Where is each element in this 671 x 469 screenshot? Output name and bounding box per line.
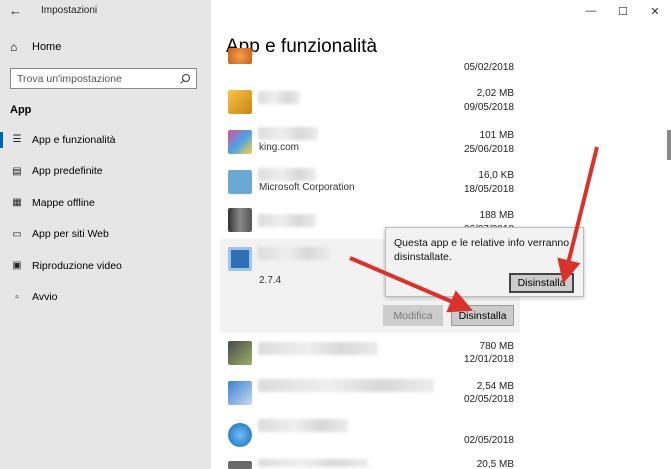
app-version: 2.7.4 [259, 275, 282, 286]
app-name-blurred [258, 419, 348, 432]
app-date: 02/05/2018 [463, 394, 514, 405]
app-icon-display [228, 247, 252, 271]
app-icon-device [228, 461, 252, 469]
title-bar: ← Impostazioni — ☐ ✕ [0, 0, 671, 22]
app-icon-orange [228, 48, 252, 64]
list-item[interactable]: 05/02/2018 [220, 48, 520, 80]
minimize-icon[interactable]: — [575, 0, 607, 22]
list-item[interactable]: 02/05/2018 [220, 415, 520, 455]
sidebar-nav: ☰ App e funzionalità ▤ App predefinite ▦… [0, 124, 211, 313]
app-name-blurred [258, 379, 434, 392]
search-icon[interactable] [180, 73, 190, 84]
home-label: Home [32, 41, 62, 53]
sidebar-item-label: Avvio [32, 291, 58, 304]
confirm-uninstall-button[interactable]: Disinstalla [509, 273, 574, 293]
popup-message: Questa app e le relative info verranno d… [394, 237, 570, 263]
app-icon-candy [228, 130, 252, 154]
home-icon: ⌂ [10, 40, 18, 54]
app-icon-drive [228, 381, 252, 405]
sidebar-item-label: App e funzionalità [32, 133, 116, 146]
maximize-icon[interactable]: ☐ [607, 0, 639, 22]
app-date: 18/05/2018 [463, 184, 514, 195]
startup-icon: ▫ [15, 291, 19, 303]
sidebar-item-label: App predefinite [32, 165, 103, 178]
sidebar-item-avvio[interactable]: ▫ Avvio [0, 282, 211, 314]
app-name-blurred [258, 91, 300, 104]
search-placeholder: Trova un'impostazione [17, 72, 122, 85]
app-publisher: Microsoft Corporation [259, 182, 355, 193]
website-icon: ▭ [12, 228, 22, 240]
app-size: 2,54 MB [476, 381, 514, 392]
app-name-blurred [258, 459, 368, 467]
section-title: App [10, 104, 32, 116]
app-date: 09/05/2018 [463, 102, 514, 113]
app-name-blurred [258, 247, 330, 260]
app-icon-phone [228, 208, 252, 232]
app-size: 20,5 MB [476, 459, 514, 469]
modify-button[interactable]: Modifica [383, 305, 443, 326]
window-title: Impostazioni [41, 5, 98, 16]
sidebar-item-app-e-funzionalita[interactable]: ☰ App e funzionalità [0, 124, 211, 156]
home-link[interactable]: ⌂ Home [10, 40, 61, 54]
uninstall-button[interactable]: Disinstalla [451, 305, 514, 326]
uninstall-confirm-popup: Questa app e le relative info verranno d… [385, 227, 584, 297]
app-icon-chip [228, 341, 252, 365]
sidebar-item-riproduzione-video[interactable]: ▣ Riproduzione video [0, 250, 211, 282]
sidebar-item-label: App per siti Web [32, 228, 109, 241]
app-size: 101 MB [479, 130, 514, 141]
sidebar-item-label: Mappe offline [32, 196, 95, 209]
app-date: 05/02/2018 [463, 62, 514, 73]
map-icon: ▦ [12, 197, 22, 209]
list-item[interactable]: 2,02 MB 09/05/2018 [220, 84, 520, 124]
app-name-blurred [258, 342, 378, 355]
back-arrow-icon[interactable]: ← [9, 3, 22, 18]
app-size: 16,0 KB [478, 170, 514, 181]
app-icon-calculator [228, 170, 252, 194]
sidebar-item-mappe-offline[interactable]: ▦ Mappe offline [0, 187, 211, 219]
app-publisher: king.com [259, 142, 300, 153]
default-apps-icon: ▤ [12, 165, 22, 177]
search-input[interactable]: Trova un'impostazione [10, 68, 197, 89]
app-name-blurred [258, 214, 316, 227]
list-item[interactable]: 780 MB 12/01/2018 [220, 335, 520, 375]
app-name-blurred [258, 127, 318, 140]
scrollbar-thumb[interactable] [667, 130, 671, 160]
app-size: 780 MB [479, 341, 514, 352]
list-item[interactable]: 2,54 MB 02/05/2018 [220, 375, 520, 415]
app-date: 25/06/2018 [463, 144, 514, 155]
list-item[interactable]: Microsoft Corporation 16,0 KB 18/05/2018 [220, 166, 520, 206]
close-icon[interactable]: ✕ [639, 0, 671, 22]
sidebar-item-app-per-siti-web[interactable]: ▭ App per siti Web [0, 219, 211, 251]
app-size: 188 MB [479, 210, 514, 221]
video-icon: ▣ [12, 260, 22, 272]
sidebar-item-app-predefinite[interactable]: ▤ App predefinite [0, 156, 211, 188]
app-size: 2,02 MB [476, 88, 514, 99]
app-name-blurred [258, 168, 316, 181]
list-icon: ☰ [12, 134, 22, 146]
app-date: 12/01/2018 [463, 354, 514, 365]
list-item[interactable]: 20,5 MB [220, 455, 520, 469]
app-icon-box [228, 90, 252, 114]
sidebar-item-label: Riproduzione video [32, 259, 122, 272]
list-item[interactable]: king.com 101 MB 25/06/2018 [220, 126, 520, 166]
app-icon-globe [228, 423, 252, 447]
app-date: 02/05/2018 [463, 435, 514, 446]
